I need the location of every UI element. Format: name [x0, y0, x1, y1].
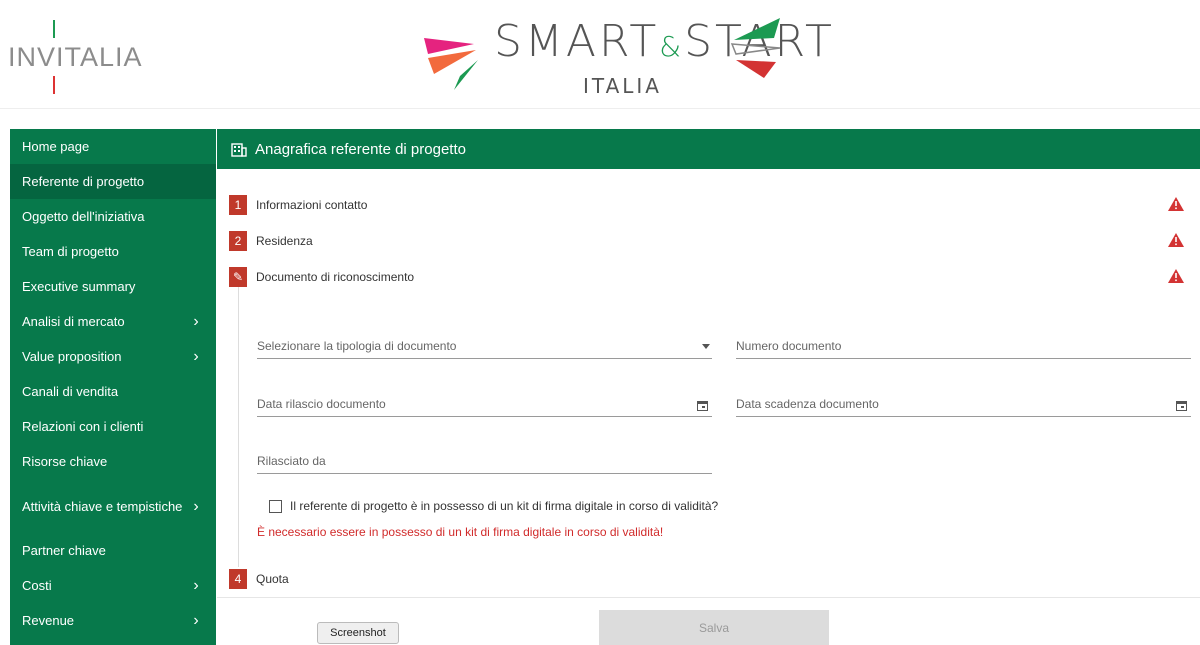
invitalia-logo[interactable]: INVITALIA	[8, 20, 142, 96]
invitalia-logo-text: INVITALIA	[8, 42, 143, 72]
step-number: 4	[229, 569, 247, 589]
logo-left-flags-icon	[424, 38, 478, 90]
smart-start-logo[interactable]: SMART&START ITALIA	[420, 14, 832, 104]
calendar-icon[interactable]	[697, 401, 708, 411]
digital-kit-row: Il referente di progetto è in possesso d…	[269, 499, 718, 513]
sidebar-item-label: Value proposition	[22, 349, 122, 364]
sidebar-item-value-proposition[interactable]: Value proposition ›	[10, 339, 216, 374]
sidebar-item-label: Home page	[22, 139, 90, 154]
document-number-placeholder: Numero documento	[736, 339, 842, 353]
panel-title: Anagrafica referente di progetto	[255, 140, 466, 158]
step-number: 1	[229, 195, 247, 215]
sidebar-item-analisi-di-mercato[interactable]: Analisi di mercato ›	[10, 304, 216, 339]
document-type-placeholder: Selezionare la tipologia di documento	[257, 339, 457, 353]
smart-start-subtitle: ITALIA	[583, 74, 662, 98]
sidebar-item-relazioni-con-i-clienti[interactable]: Relazioni con i clienti	[10, 409, 216, 444]
sidebar-item-label: Risorse chiave	[22, 454, 108, 469]
step-informazioni-contatto[interactable]: 1 Informazioni contatto	[229, 195, 367, 215]
expiry-date-input[interactable]: Data scadenza documento	[736, 393, 1191, 417]
sidebar-item-costi[interactable]: Costi ›	[10, 568, 216, 603]
digital-kit-error: È necessario essere in possesso di un ki…	[257, 525, 664, 539]
sidebar-item-risorse-chiave[interactable]: Risorse chiave	[10, 444, 216, 479]
sidebar-item-label: Relazioni con i clienti	[22, 419, 144, 434]
logo-green-bar	[53, 20, 55, 38]
ampersand: &	[659, 30, 685, 63]
issue-date-input[interactable]: Data rilascio documento	[257, 393, 712, 417]
sidebar-item-label: Oggetto dell'iniziativa	[22, 209, 145, 224]
building-icon	[231, 143, 247, 157]
step-documento-riconoscimento[interactable]: ✎ Documento di riconoscimento	[229, 267, 414, 287]
sidebar-item-revenue[interactable]: Revenue ›	[10, 603, 216, 638]
sidebar-item-label: Executive summary	[22, 279, 136, 294]
sidebar-item-label: Attività chiave e tempistiche	[22, 498, 183, 514]
page-header: INVITALIA SMART&START ITALIA	[0, 0, 1200, 109]
sidebar-item-executive-summary[interactable]: Executive summary	[10, 269, 216, 304]
step-connector-line	[238, 287, 239, 567]
chevron-right-icon: ›	[193, 347, 199, 365]
warning-icon	[1168, 269, 1184, 283]
sidebar-item-team-di-progetto[interactable]: Team di progetto	[10, 234, 216, 269]
chevron-right-icon: ›	[193, 576, 199, 594]
sidebar-item-label: Analisi di mercato	[22, 314, 125, 329]
smart-word: SMART	[494, 16, 660, 67]
logo-right-flags-icon	[730, 18, 781, 78]
sidebar-item-label: Canali di vendita	[22, 384, 119, 399]
expiry-date-placeholder: Data scadenza documento	[736, 397, 879, 411]
sidebar-item-attivit-chiave-e-tempistiche[interactable]: Attività chiave e tempistiche ›	[10, 479, 216, 533]
step-quota[interactable]: 4 Quota	[229, 569, 289, 589]
sidebar-item-canali-di-vendita[interactable]: Canali di vendita	[10, 374, 216, 409]
warning-icon	[1168, 233, 1184, 247]
sidebar-item-home-page[interactable]: Home page	[10, 129, 216, 164]
chevron-right-icon: ›	[193, 312, 199, 330]
sidebar-item-partner-chiave[interactable]: Partner chiave	[10, 533, 216, 568]
step-residenza[interactable]: 2 Residenza	[229, 231, 313, 251]
chevron-right-icon: ›	[193, 497, 199, 515]
issued-by-input[interactable]: Rilasciato da	[257, 450, 712, 474]
warning-icon	[1168, 197, 1184, 211]
step-label: Quota	[256, 572, 289, 586]
sidebar-item-label: Referente di progetto	[22, 174, 145, 189]
document-type-select[interactable]: Selezionare la tipologia di documento	[257, 335, 712, 359]
sidebar-item-label: Revenue	[22, 613, 75, 628]
footer-divider	[217, 597, 1200, 598]
issued-by-placeholder: Rilasciato da	[257, 454, 326, 468]
sidebar-item-label: Team di progetto	[22, 244, 119, 259]
document-number-input[interactable]: Numero documento	[736, 335, 1191, 359]
sidebar-item-oggetto-dell-iniziativa[interactable]: Oggetto dell'iniziativa	[10, 199, 216, 234]
screenshot-button[interactable]: Screenshot	[317, 622, 399, 644]
step-number: 2	[229, 231, 247, 251]
step-label: Informazioni contatto	[256, 198, 368, 212]
sidebar-item-label: Partner chiave	[22, 543, 106, 558]
calendar-icon[interactable]	[1176, 401, 1187, 411]
dropdown-arrow-icon	[702, 344, 710, 349]
logo-red-bar	[53, 76, 55, 94]
step-label: Residenza	[256, 234, 313, 248]
issue-date-placeholder: Data rilascio documento	[257, 397, 386, 411]
digital-kit-label: Il referente di progetto è in possesso d…	[290, 499, 719, 513]
panel-header: Anagrafica referente di progetto	[217, 129, 1200, 169]
chevron-right-icon: ›	[193, 611, 199, 629]
step-edit-icon: ✎	[229, 267, 247, 287]
sidebar-nav: Home page Referente di progetto Oggetto de…	[10, 129, 216, 645]
sidebar-item-label: Costi	[22, 578, 52, 593]
step-label: Documento di riconoscimento	[256, 270, 415, 284]
sidebar-item-referente-di-progetto[interactable]: Referente di progetto	[10, 164, 216, 199]
save-button[interactable]: Salva	[599, 610, 829, 645]
digital-kit-checkbox[interactable]	[269, 499, 282, 513]
